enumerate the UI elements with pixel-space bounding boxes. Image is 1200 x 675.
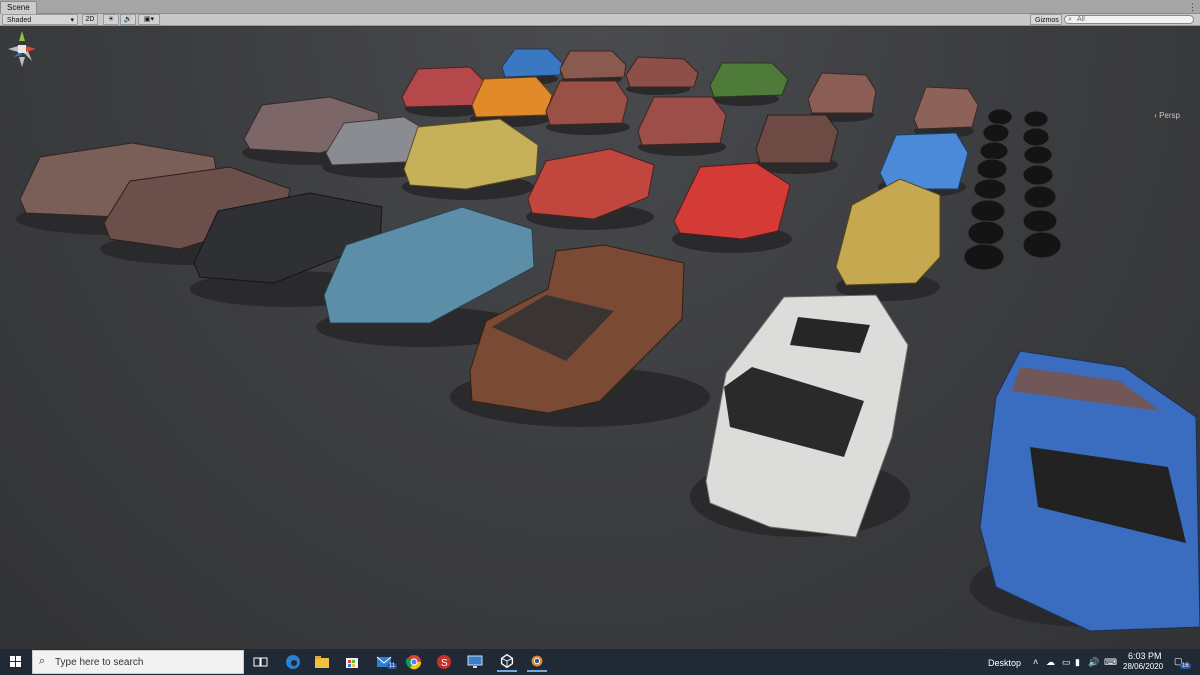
car-model <box>625 56 699 95</box>
battery-icon[interactable]: ▮ <box>1075 657 1080 668</box>
unity-icon[interactable] <box>497 652 517 672</box>
shading-mode-label: Shaded <box>7 17 32 24</box>
tab-menu-icon[interactable]: ⋮ <box>1188 1 1197 13</box>
search-placeholder: All <box>1077 16 1085 23</box>
chevron-down-icon: ▾ <box>70 17 74 24</box>
mail-badge: 11 <box>387 663 398 669</box>
image-icon[interactable]: ▣▾ <box>138 14 160 25</box>
taskbar-search-input[interactable]: ⌕ Type here to search <box>32 650 244 674</box>
desktop-toolbar-label[interactable]: Desktop <box>988 658 1021 668</box>
scene-toolbar: Shaded ▾ 2D ☀ 🔊 ▣▾ Gizmos ⌕ All <box>0 14 1200 26</box>
car-model <box>559 50 627 85</box>
chrome-icon[interactable] <box>404 652 424 672</box>
gizmos-dropdown[interactable]: Gizmos <box>1030 14 1062 25</box>
shading-mode-dropdown[interactable]: Shaded ▾ <box>2 14 78 25</box>
clock-date[interactable]: 28/06/2020 <box>1123 662 1163 671</box>
network-icon[interactable]: ▭ <box>1062 657 1071 668</box>
volume-icon[interactable]: 🔊 <box>1088 657 1099 668</box>
unity-editor-window: Scene ⋮ Shaded ▾ 2D ☀ 🔊 ▣▾ Gizmos ⌕ All <box>0 0 1200 675</box>
car-model <box>402 118 539 200</box>
windows-start-icon[interactable] <box>0 649 32 675</box>
car-model <box>709 62 789 106</box>
tire-stack <box>963 108 1062 271</box>
car-model <box>913 86 979 138</box>
task-view-icon[interactable] <box>250 652 270 672</box>
taskbar-search-placeholder: Type here to search <box>55 657 144 668</box>
car-model <box>545 80 630 135</box>
gizmos-label: Gizmos <box>1035 17 1059 24</box>
tab-bar: Scene ⋮ <box>0 0 1200 14</box>
search-icon: ⌕ <box>1068 16 1072 23</box>
clock-time[interactable]: 6:03 PM <box>1128 651 1162 661</box>
car-model <box>835 178 941 301</box>
speaker-icon[interactable]: 🔊 <box>120 14 136 25</box>
windows-taskbar: ⌕ Type here to search 11 S Desktop ˄ ☁ ▭… <box>0 649 1200 675</box>
cloud-icon[interactable]: ☁ <box>1046 657 1055 668</box>
tab-scene[interactable]: Scene <box>0 1 37 14</box>
scene-viewport[interactable]: ‹ Persp <box>0 27 1200 649</box>
car-model <box>672 162 792 253</box>
car-model <box>637 96 727 156</box>
keyboard-icon[interactable]: ⌨ <box>1104 657 1117 668</box>
scene-search-input[interactable]: ⌕ All <box>1064 15 1194 24</box>
remote-icon[interactable] <box>465 652 485 672</box>
store-icon[interactable] <box>342 652 362 672</box>
sun-icon[interactable]: ☀ <box>103 14 119 25</box>
mail-icon[interactable] <box>374 652 394 672</box>
notification-count: 16 <box>1180 663 1191 669</box>
svg-text:S: S <box>441 658 448 669</box>
2d-toggle-button[interactable]: 2D <box>82 14 98 25</box>
car-model <box>754 114 839 174</box>
blender-icon[interactable] <box>527 652 547 672</box>
chevron-left-icon: ‹ <box>1154 111 1157 120</box>
app-s-icon[interactable]: S <box>434 652 454 672</box>
car-models-render <box>16 48 1200 632</box>
chevron-up-icon[interactable]: ˄ <box>1033 657 1038 667</box>
search-icon: ⌕ <box>39 655 46 667</box>
file-explorer-icon[interactable] <box>312 652 332 672</box>
car-model <box>526 148 655 230</box>
projection-label[interactable]: ‹ Persp <box>1154 111 1180 120</box>
car-model <box>690 294 910 538</box>
orientation-gizmo-icon[interactable] <box>0 27 44 71</box>
car-model <box>470 76 553 127</box>
car-model <box>970 350 1200 632</box>
edge-icon[interactable] <box>283 652 303 672</box>
